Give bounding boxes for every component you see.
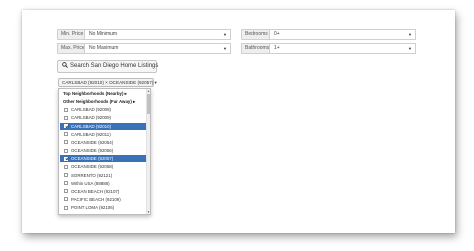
chevron-down-icon: ▼ (408, 32, 412, 37)
neighborhood-option[interactable]: CARLSBAD (92008) (60, 106, 147, 113)
option-label: OCEANSIDE (92056) (71, 148, 114, 154)
option-label: OCEANSIDE (92058) (71, 164, 114, 170)
option-label: OCEAN BEACH (92107) (71, 188, 120, 194)
scrollbar-thumb[interactable] (147, 94, 150, 114)
max-price-label: Max. Price (57, 43, 85, 54)
neighborhood-option[interactable]: CARLSBAD (92010) (60, 122, 147, 130)
max-price-value: No Maximum (89, 45, 119, 51)
scroll-up-icon[interactable]: ▲ (147, 89, 150, 93)
neighborhood-option[interactable]: PACIFIC BEACH (92109) (60, 196, 147, 203)
neighborhood-option[interactable]: OCEANSIDE (92058) (60, 163, 147, 170)
neighborhood-option[interactable]: OCEAN BEACH (92107) (60, 188, 147, 195)
search-listings-button[interactable]: Search San Diego Home Listings (57, 60, 159, 73)
scroll-down-icon[interactable]: ▼ (147, 210, 150, 214)
min-price-label: Min. Price (57, 29, 85, 40)
chevron-down-icon: ▼ (223, 32, 227, 37)
screenshot-frame: Min. Price No Minimum ▼ Bedrooms 0+ ▼ Ma… (0, 0, 474, 251)
checkbox-icon[interactable] (64, 189, 68, 194)
checkbox-icon[interactable] (64, 205, 68, 210)
option-group-header[interactable]: Other Neighborhoods (Far Away) ▸ (60, 98, 147, 105)
option-label: PACIFIC BEACH (92109) (71, 196, 121, 202)
neighborhood-option[interactable]: Within USA (88888) (60, 180, 147, 187)
neighborhood-option[interactable]: OCEANSIDE (92056) (60, 147, 147, 154)
bathrooms-value: 1+ (274, 45, 280, 51)
option-group-header[interactable]: Top Neighborhoods (Nearby) ▸ (60, 90, 147, 97)
min-price-select[interactable]: No Minimum ▼ (84, 29, 231, 40)
option-label: OCEANSIDE (92057) (71, 156, 114, 162)
option-label: CARLSBAD (92009) (71, 115, 112, 121)
option-label: CARLSBAD (92008) (71, 107, 112, 113)
checkbox-icon[interactable] (64, 140, 68, 145)
neighborhood-option[interactable]: CARLSBAD (92011) (60, 131, 147, 138)
option-label: Top Neighborhoods (Nearby) ▸ (63, 91, 127, 96)
checkbox-icon[interactable] (64, 148, 68, 153)
neighborhood-option[interactable]: POINT LOMA (92106) (60, 204, 147, 211)
neighborhood-option[interactable]: OCEANSIDE (92057) (60, 155, 147, 163)
option-label: OCEANSIDE (92054) (71, 139, 114, 145)
bedrooms-select[interactable]: 0+ ▼ (269, 29, 416, 40)
option-label: Other Neighborhoods (Far Away) ▸ (63, 99, 136, 105)
neighborhood-option[interactable]: SORRENTO (92121) (60, 172, 147, 179)
option-label: Within USA (88888) (71, 180, 110, 186)
bathrooms-select[interactable]: 1+ ▼ (269, 43, 416, 54)
checkbox-icon[interactable] (64, 107, 68, 112)
option-label: CARLSBAD (92011) (71, 131, 111, 137)
checkbox-icon[interactable] (64, 173, 68, 177)
search-icon (62, 62, 68, 68)
option-label: SORRENTO (92121) (71, 172, 113, 178)
checkbox-icon[interactable] (64, 156, 68, 161)
dropdown-scrollbar[interactable]: ▲ ▼ (146, 89, 150, 214)
neighborhood-option[interactable]: CARLSBAD (92009) (60, 114, 147, 121)
checkbox-icon[interactable] (64, 164, 68, 169)
option-label: CARLSBAD (92010) (71, 123, 112, 129)
option-label: POINT LOMA (92106) (71, 205, 115, 211)
chevron-down-icon: ▼ (408, 46, 412, 51)
bathrooms-label: Bathrooms (241, 43, 270, 54)
bedrooms-value: 0+ (274, 31, 280, 37)
chevron-down-icon: ▼ (223, 46, 227, 51)
neighborhood-multiselect-button[interactable]: CARLSBAD (92010) × OCEANSIDE (92057) ▾ (58, 78, 157, 87)
checkbox-icon[interactable] (64, 132, 68, 137)
bedrooms-label: Bedrooms (241, 29, 270, 40)
checkbox-icon[interactable] (64, 181, 68, 186)
neighborhood-option[interactable]: OCEANSIDE (92054) (60, 139, 147, 146)
checkbox-icon[interactable] (64, 115, 68, 120)
max-price-select[interactable]: No Maximum ▼ (84, 43, 231, 54)
checkbox-icon[interactable] (64, 124, 68, 129)
neighborhood-dropdown: Top Neighborhoods (Nearby) ▸ Other Neighb… (58, 88, 151, 215)
checkbox-icon[interactable] (64, 197, 68, 202)
min-price-value: No Minimum (89, 31, 118, 37)
search-listings-label: Search San Diego Home Listings (70, 63, 159, 69)
